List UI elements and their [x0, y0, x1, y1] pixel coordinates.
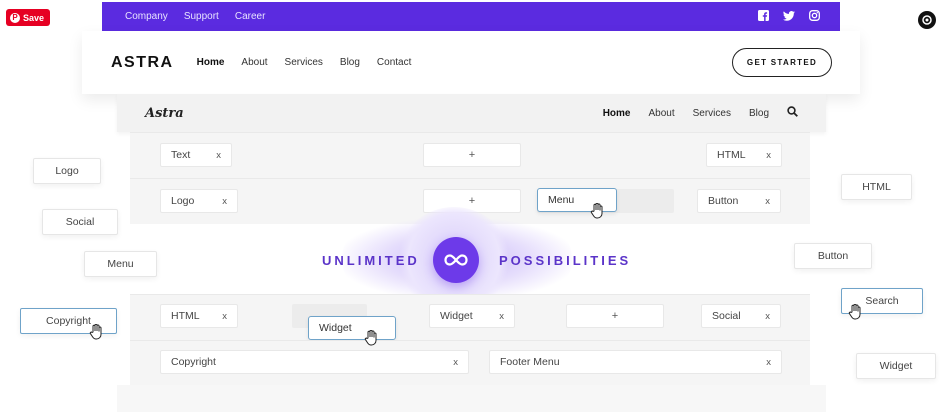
tagline-unlimited: UNLIMITED	[322, 253, 420, 268]
html-element-chip[interactable]: HTML x	[706, 143, 782, 167]
chip-label: Footer Menu	[500, 356, 560, 368]
footer-menu-element-chip[interactable]: Footer Menu x	[489, 350, 782, 374]
remove-icon[interactable]: x	[765, 311, 770, 322]
side-tag-menu[interactable]: Menu	[84, 251, 157, 277]
nav-contact[interactable]: Contact	[377, 57, 411, 68]
button-element-chip[interactable]: Button x	[697, 189, 781, 213]
side-tag-widget[interactable]: Widget	[856, 353, 936, 379]
site-header: ASTRA Home About Services Blog Contact G…	[82, 31, 860, 94]
chip-label: Text	[171, 149, 191, 161]
remove-icon[interactable]: x	[453, 357, 458, 368]
hand-cursor-icon	[590, 203, 603, 219]
hand-cursor-icon	[364, 330, 377, 346]
pinterest-icon: P	[10, 12, 20, 23]
remove-icon[interactable]: x	[222, 196, 227, 207]
remove-icon[interactable]: x	[766, 150, 771, 161]
html-element-chip[interactable]: HTML x	[160, 304, 238, 328]
remove-icon[interactable]: x	[765, 196, 770, 207]
add-element-button[interactable]: +	[423, 143, 521, 167]
twitter-icon[interactable]	[783, 8, 795, 26]
footer-strip	[117, 385, 826, 412]
nav-about[interactable]: About	[241, 57, 267, 68]
menu-element-dragging[interactable]: Menu	[537, 188, 617, 212]
side-tag-html[interactable]: HTML	[841, 174, 912, 200]
get-started-button[interactable]: GET STARTED	[732, 48, 832, 77]
nav-services[interactable]: Services	[285, 57, 323, 68]
hand-cursor-icon	[89, 324, 102, 340]
builder-row-footer-main: HTML x Widget x + Social x	[130, 294, 810, 340]
preview-header: Astra Home About Services Blog	[117, 94, 826, 132]
side-tag-social[interactable]: Social	[42, 209, 118, 235]
chip-label: HTML	[717, 149, 746, 161]
hand-cursor-icon	[848, 304, 861, 320]
copyright-element-chip[interactable]: Copyright x	[160, 350, 469, 374]
brand-logo[interactable]: ASTRA	[111, 54, 174, 72]
visual-search-icon[interactable]	[918, 11, 936, 29]
nav-home[interactable]: Home	[197, 57, 225, 68]
pinterest-save-button[interactable]: P Save	[6, 9, 51, 26]
topbar-link-career[interactable]: Career	[235, 11, 266, 22]
chip-label: Button	[708, 195, 739, 207]
chip-label: Widget	[440, 310, 473, 322]
pinterest-save-label: Save	[23, 12, 45, 23]
top-bar: Company Support Career	[102, 2, 840, 31]
search-icon[interactable]	[787, 106, 798, 120]
remove-icon[interactable]: x	[222, 311, 227, 322]
widget-element-chip[interactable]: Widget x	[429, 304, 515, 328]
chip-label: Social	[712, 310, 741, 322]
remove-icon[interactable]: x	[499, 311, 504, 322]
preview-nav-services[interactable]: Services	[693, 108, 731, 119]
chip-label: Copyright	[171, 356, 216, 368]
preview-nav-home[interactable]: Home	[603, 108, 631, 119]
topbar-link-company[interactable]: Company	[125, 11, 168, 22]
chip-label: Logo	[171, 195, 195, 207]
side-tag-button[interactable]: Button	[794, 243, 872, 269]
builder-row-footer-bottom: Copyright x Footer Menu x	[130, 340, 810, 385]
infinity-icon	[433, 237, 479, 283]
side-tag-logo[interactable]: Logo	[33, 158, 101, 184]
remove-icon[interactable]: x	[766, 357, 771, 368]
chip-label: HTML	[171, 310, 200, 322]
topbar-link-support[interactable]: Support	[184, 11, 219, 22]
facebook-icon[interactable]	[758, 8, 769, 26]
add-element-button[interactable]: +	[566, 304, 664, 328]
social-element-chip[interactable]: Social x	[701, 304, 781, 328]
builder-row-above-header: Text x + HTML x	[130, 132, 810, 178]
logo-element-chip[interactable]: Logo x	[160, 189, 238, 213]
tagline-possibilities: POSSIBILITIES	[499, 253, 632, 268]
widget-element-dragging[interactable]: Widget	[308, 316, 396, 340]
preview-nav-blog[interactable]: Blog	[749, 108, 769, 119]
preview-nav-about[interactable]: About	[648, 108, 674, 119]
text-element-chip[interactable]: Text x	[160, 143, 232, 167]
instagram-icon[interactable]	[809, 8, 820, 26]
remove-icon[interactable]: x	[216, 150, 221, 161]
nav-blog[interactable]: Blog	[340, 57, 360, 68]
preview-logo[interactable]: Astra	[145, 106, 184, 121]
